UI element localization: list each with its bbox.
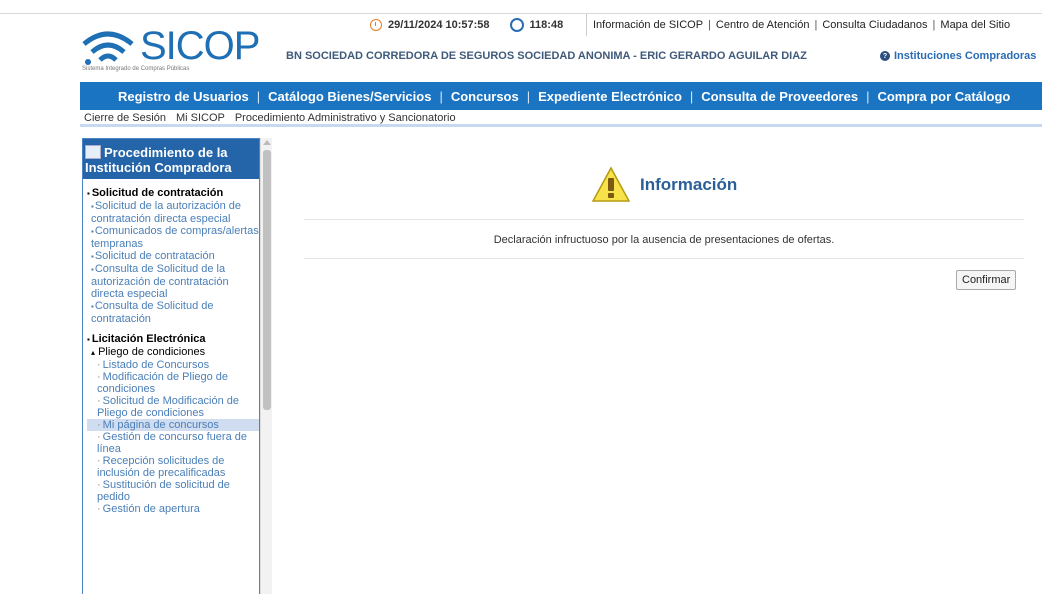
confirm-button[interactable]: Confirmar [956, 270, 1017, 290]
company-user-name: BN SOCIEDAD CORREDORA DE SEGUROS SOCIEDA… [286, 50, 807, 62]
subsection-pliego[interactable]: ▴ Pliego de condiciones [87, 346, 259, 359]
sidebar-item[interactable]: · Sustitución de solicitud de pedido [87, 479, 259, 503]
sidebar-item[interactable]: ▪Comunicados de compras/alertas temprana… [87, 225, 259, 250]
separator: | [708, 19, 711, 31]
nav-expediente[interactable]: Expediente Electrónico [538, 89, 682, 104]
nav-compra-catalogo[interactable]: Compra por Catálogo [877, 89, 1010, 104]
question-icon: ? [880, 51, 890, 61]
divider [304, 219, 1024, 220]
instituciones-link[interactable]: ? Instituciones Compradoras [880, 50, 1036, 62]
session-datetime: 29/11/2024 10:57:58 [388, 19, 490, 31]
link-consulta-ciudadanos[interactable]: Consulta Ciudadanos [822, 19, 927, 31]
subnav-procedimiento[interactable]: Procedimiento Administrativo y Sancionat… [235, 112, 456, 124]
sidebar-item[interactable]: · Recepción solicitudes de inclusión de p… [87, 455, 259, 479]
scroll-thumb[interactable] [263, 150, 271, 410]
clock-icon [370, 19, 382, 31]
sidebar-item[interactable]: ▪Consulta de Solicitud de contratación [87, 300, 259, 325]
sidebar-scrollbar[interactable] [260, 138, 272, 594]
separator: | [689, 88, 694, 104]
sub-nav: Cierre de Sesión Mi SICOP Procedimiento … [80, 111, 1042, 127]
scroll-up-arrow-icon[interactable] [263, 140, 271, 145]
sidebar-item[interactable]: ▪Consulta de Solicitud de la autorizació… [87, 263, 259, 300]
nav-catalogo[interactable]: Catálogo Bienes/Servicios [268, 89, 431, 104]
sidebar-item-active[interactable]: · Mi página de concursos [87, 419, 259, 431]
nav-registro-usuarios[interactable]: Registro de Usuarios [118, 89, 249, 104]
sidebar-item[interactable]: · Gestión de concurso fuera de línea [87, 431, 259, 455]
timer-icon [509, 18, 524, 32]
document-icon [85, 145, 101, 159]
warning-icon [591, 166, 631, 202]
sidebar-header: Procedimiento de la Institución Comprado… [83, 139, 259, 179]
top-strip [0, 0, 1042, 14]
subnav-mi-sicop[interactable]: Mi SICOP [176, 112, 225, 124]
separator: | [866, 88, 870, 104]
sidebar-item[interactable]: · Listado de Concursos [87, 359, 259, 371]
top-links: Información de SICOP | Centro de Atenció… [586, 14, 1011, 36]
sidebar-item[interactable]: ▪Solicitud de la autorización de contrat… [87, 200, 259, 225]
signal-logo-icon [82, 31, 134, 65]
main-nav: Registro de Usuarios | Catálogo Bienes/S… [80, 82, 1042, 110]
info-message: Declaración infructuoso por la ausencia … [493, 234, 835, 246]
sidebar-item[interactable]: · Solicitud de Modificación de Pliego de … [87, 395, 259, 419]
separator: | [526, 88, 531, 104]
sidebar-item[interactable]: · Modificación de Pliego de condiciones [87, 371, 259, 395]
section-licitacion: ▪ Licitación Electrónica [87, 333, 206, 345]
session-info: 29/11/2024 10:57:58 118:48 [370, 14, 563, 36]
separator: | [814, 19, 818, 31]
info-title: Información [640, 175, 738, 194]
sidebar-item[interactable]: ▪Solicitud de contratación [87, 250, 259, 263]
divider [304, 258, 1024, 259]
link-centro-atencion[interactable]: Centro de Atención [716, 19, 810, 31]
separator: | [439, 88, 443, 104]
sidebar-item[interactable]: · Gestión de apertura [87, 503, 259, 515]
separator: | [932, 19, 936, 31]
separator: | [256, 88, 261, 104]
section-solicitud: ▪ Solicitud de contratación [87, 187, 224, 199]
link-informacion-sicop[interactable]: Información de SICOP [593, 19, 703, 31]
session-timer: 118:48 [529, 19, 564, 31]
logo-subtitle: Sistema Integrado de Compras Públicas [82, 66, 190, 72]
sidebar: Procedimiento de la Institución Comprado… [82, 138, 260, 594]
nav-consulta-proveedores[interactable]: Consulta de Proveedores [701, 89, 858, 104]
nav-concursos[interactable]: Concursos [451, 89, 519, 104]
instituciones-label: Instituciones Compradoras [894, 50, 1037, 62]
sicop-logo[interactable]: SICOP Sistema Integrado de Compras Públi… [80, 24, 260, 76]
subnav-cierre-sesion[interactable]: Cierre de Sesión [84, 112, 166, 124]
link-mapa-sitio[interactable]: Mapa del Sitio [940, 19, 1010, 31]
sidebar-title: Procedimiento de la Institución Comprado… [85, 145, 232, 175]
logo-text: SICOP [140, 24, 260, 68]
